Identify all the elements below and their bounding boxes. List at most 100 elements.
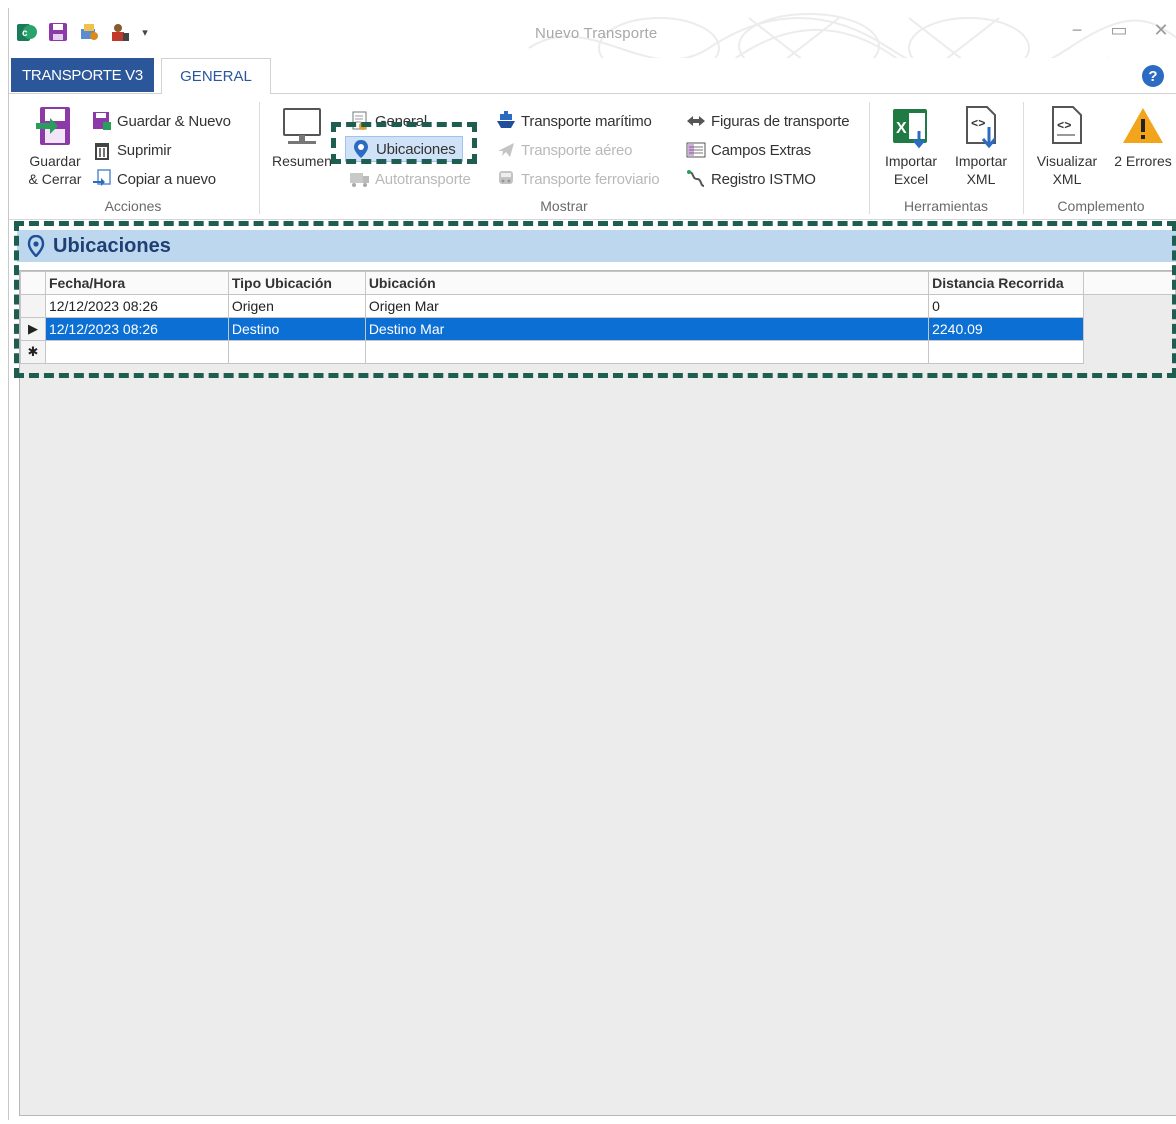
autotransporte-button[interactable]: Autotransporte [349,166,471,192]
window-controls: − ▭ ✕ [1066,20,1172,41]
cell-tipo-ubicacion[interactable]: Origen [227,294,366,318]
importar-xml-label: Importar XML [954,153,1008,187]
row-marker[interactable] [20,294,46,318]
general-label: General [375,112,427,130]
group-acciones: Guardar & Cerrar Guardar & Nuevo Suprimi… [9,94,257,218]
ribbon: Guardar & Cerrar Guardar & Nuevo Suprimi… [9,94,1176,220]
ubicaciones-panel-header: Ubicaciones [17,230,1176,262]
column-header-fecha-hora[interactable]: Fecha/Hora [44,271,229,295]
close-button[interactable]: ✕ [1150,20,1172,41]
errores-label: 2 Errores [1114,153,1172,169]
registro-istmo-label: Registro ISTMO [711,170,816,188]
general-button[interactable]: General [349,108,427,134]
transporte-aereo-label: Transporte aéreo [521,141,633,159]
transporte-aereo-button[interactable]: Transporte aéreo [495,137,633,163]
figuras-transporte-label: Figuras de transporte [711,112,850,130]
visualizar-xml-label: Visualizar XML [1036,153,1098,187]
cell-tipo-ubicacion[interactable] [227,340,366,364]
herramientas-group-label: Herramientas [903,198,989,214]
table-row-new[interactable]: ✱ [20,340,1176,364]
column-header-distancia-recorrida[interactable]: Distancia Recorrida [928,271,1085,295]
importar-excel-button[interactable]: X Importar Excel [877,104,945,188]
location-pin-icon [350,138,372,160]
column-header-ubicacion[interactable]: Ubicación [364,271,930,295]
cell-fecha-hora[interactable]: 12/12/2023 08:26 [44,317,229,341]
resumen-button[interactable]: Resumen [267,104,337,170]
svg-text:<>: <> [1057,119,1071,133]
group-complemento: <> Visualizar XML 2 Errores Complemento [1025,94,1176,218]
importar-xml-button[interactable]: <> Importar XML [947,104,1015,188]
campos-extras-button[interactable]: Campos Extras [685,137,811,163]
complemento-group-label: Complemento [1057,198,1145,214]
ubicaciones-table: Fecha/Hora Tipo Ubicación Ubicación Dist… [20,271,1176,364]
acciones-group-label: Acciones [104,198,162,214]
transporte-ferroviario-label: Transporte ferroviario [521,170,660,188]
train-icon [495,168,517,190]
table-row[interactable]: 12/12/2023 08:26 Origen Origen Mar 0 [20,294,1176,318]
help-icon[interactable]: ? [1142,65,1164,87]
cell-distancia-recorrida[interactable]: 2240.09 [928,317,1085,341]
cell-ubicacion[interactable] [364,340,930,364]
settings-icon[interactable] [77,20,101,44]
cell-tipo-ubicacion[interactable]: Destino [227,317,366,341]
campos-extras-label: Campos Extras [711,141,811,159]
ubicaciones-label: Ubicaciones [376,140,456,158]
table-row-selected[interactable]: ▶ 12/12/2023 08:26 Destino Destino Mar 2… [20,317,1176,341]
row-marker-current-arrow-icon[interactable]: ▶ [20,317,46,341]
app-icon[interactable]: c [15,20,39,44]
column-header-tipo-ubicacion[interactable]: Tipo Ubicación [227,271,366,295]
svg-text:c: c [22,28,28,39]
svg-text:X: X [896,120,907,137]
save-icon[interactable] [46,20,70,44]
guardar-cerrar-button[interactable]: Guardar & Cerrar [19,104,91,188]
row-filler [1083,340,1176,364]
ubicaciones-button[interactable]: Ubicaciones [345,136,463,162]
dropdown-arrow-icon[interactable]: ▾ [139,26,151,39]
window-title: Nuevo Transporte [535,25,658,42]
registro-istmo-button[interactable]: Registro ISTMO [685,166,816,192]
suprimir-label: Suprimir [117,141,172,159]
minimize-button[interactable]: − [1066,20,1088,41]
tab-transporte-v3[interactable]: TRANSPORTE V3 [11,58,154,92]
xml-import-icon: <> [958,104,1004,150]
excel-icon: X [888,104,934,150]
separator [869,102,870,214]
tab-general[interactable]: GENERAL [161,58,271,95]
guardar-nuevo-button[interactable]: Guardar & Nuevo [91,108,231,134]
save-close-icon [32,104,78,150]
visualizar-xml-button[interactable]: <> Visualizar XML [1031,104,1103,188]
row-header-corner [20,271,46,295]
autotransporte-label: Autotransporte [375,170,471,188]
cell-distancia-recorrida[interactable] [928,340,1085,364]
cell-fecha-hora[interactable] [44,340,229,364]
separator [259,102,260,214]
transporte-ferroviario-button[interactable]: Transporte ferroviario [495,166,660,192]
cell-ubicacion[interactable]: Destino Mar [364,317,930,341]
mostrar-group-label: Mostrar [540,198,588,214]
ribbon-tabs: TRANSPORTE V3 GENERAL ? [9,58,1176,95]
monitor-icon [279,104,325,150]
document-icon [349,110,371,132]
cell-ubicacion[interactable]: Origen Mar [364,294,930,318]
trash-icon [91,139,113,161]
copiar-nuevo-button[interactable]: Copiar a nuevo [91,166,216,192]
cell-fecha-hora[interactable]: 12/12/2023 08:26 [44,294,229,318]
new-row-asterisk-icon[interactable]: ✱ [20,340,46,364]
title-bar: c ▾ Nuevo Transporte − ▭ ✕ [9,8,1176,58]
location-pin-icon [25,234,47,258]
truck-icon [349,168,371,190]
restore-button[interactable]: ▭ [1108,20,1130,41]
suprimir-button[interactable]: Suprimir [91,137,171,163]
group-herramientas: X Importar Excel <> Importar XML Herrami… [871,94,1021,218]
separator [1023,102,1024,214]
figuras-transporte-button[interactable]: Figuras de transporte [685,108,850,134]
errores-button[interactable]: 2 Errores [1107,104,1176,170]
resumen-label: Resumen [272,153,332,169]
cell-distancia-recorrida[interactable]: 0 [928,294,1085,318]
svg-text:<>: <> [971,117,985,131]
quick-access-toolbar: c ▾ [15,20,151,44]
row-filler [1083,317,1176,341]
user-icon[interactable] [108,20,132,44]
xml-view-icon: <> [1044,104,1090,150]
transporte-maritimo-button[interactable]: Transporte marítimo [495,108,652,134]
